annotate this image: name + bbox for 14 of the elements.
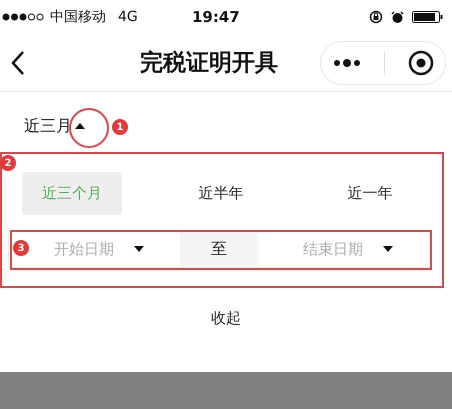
annotation-badge: 3: [13, 240, 29, 256]
period-option[interactable]: 近一年: [320, 172, 420, 215]
page-title: 完税证明开具: [140, 49, 278, 78]
carrier-name: 中国移动: [50, 8, 106, 26]
date-field[interactable]: 结束日期: [301, 239, 375, 259]
collapse-button[interactable]: 收起: [205, 300, 247, 336]
annotation-badge: 1: [112, 119, 128, 135]
network-type: 4G: [118, 9, 138, 25]
date-field[interactable]: 开始日期: [52, 239, 126, 259]
annotation-badge: 2: [0, 155, 16, 171]
status-time: 19:47: [192, 8, 240, 26]
filter-label[interactable]: 近三月: [24, 116, 72, 136]
range-separator: 至: [180, 231, 258, 267]
period-option[interactable]: 近半年: [171, 172, 271, 215]
